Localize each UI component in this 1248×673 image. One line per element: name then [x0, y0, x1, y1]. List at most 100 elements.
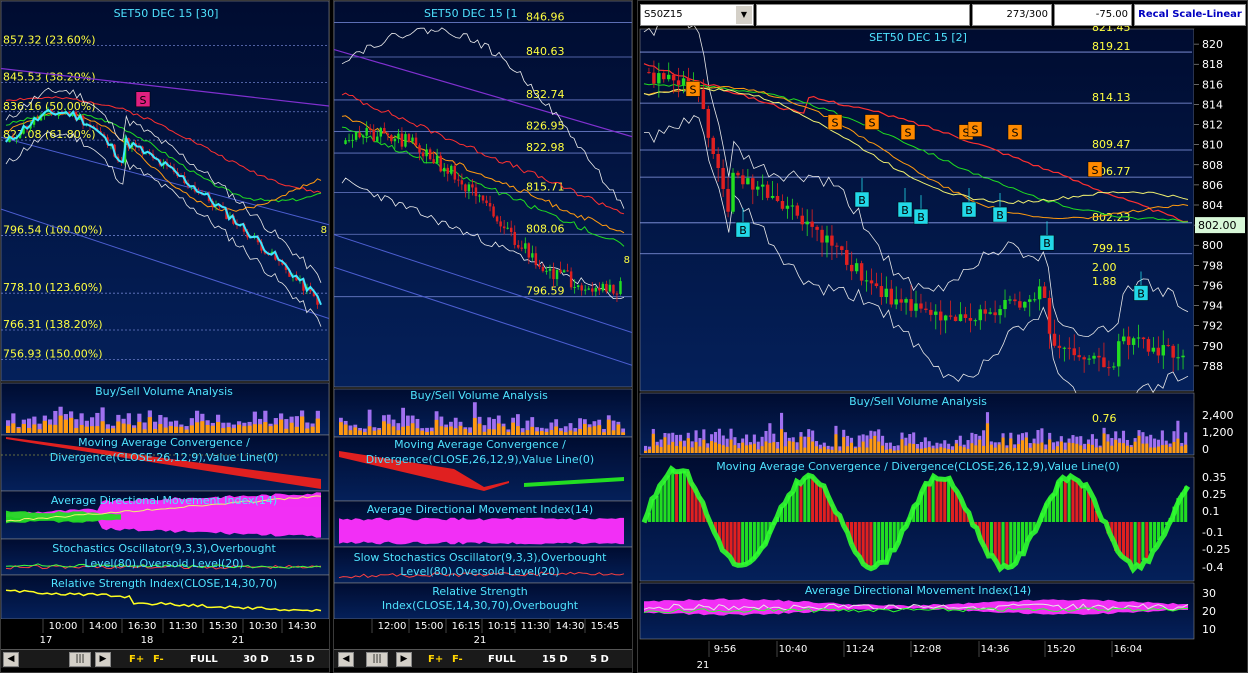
right-candle [914, 303, 918, 311]
middle-candle [372, 129, 375, 142]
chevron-down-icon[interactable]: ▼ [736, 6, 752, 24]
rsi-title: Index(CLOSE,14,30,70),Overbought [382, 599, 579, 612]
macd-hist-bar [1149, 522, 1153, 552]
middle-candle [506, 227, 509, 229]
buy-signal: B [1043, 237, 1051, 250]
macd-hist-bar [939, 479, 943, 522]
buy-signal: B [996, 209, 1004, 222]
level-label: 809.47 [1092, 138, 1131, 151]
price-axis-label: 798 [1202, 259, 1223, 272]
left-vol-buy-bar [100, 421, 105, 433]
period-15d-button[interactable]: 15 D [289, 652, 315, 667]
scrollbar-thumb[interactable]: ||| [69, 652, 91, 667]
zoom-out-button[interactable]: F- [153, 652, 164, 667]
right-candle [938, 311, 943, 321]
left-vol-buy-bar [294, 426, 299, 433]
right-candle [1121, 336, 1126, 342]
scroll-left-button[interactable]: ◀ [3, 652, 19, 667]
right-vol-buy-bar [675, 445, 679, 453]
right-vol-buy-bar [857, 447, 861, 453]
right-candle [1117, 341, 1121, 367]
chart-middle[interactable]: SET50 DEC 15 [1 846.96 840.63 832.74 826.95 8… [334, 1, 633, 673]
zoom-in-button[interactable]: F+ [428, 652, 443, 667]
left-vol-buy-bar [221, 428, 226, 433]
middle-vol-buy-bar [410, 423, 415, 435]
chart-window-right[interactable]: SET50 DEC 15 [2] 821.45 819.21 814.13 809.47… [637, 0, 1248, 673]
date-label: 21 [474, 635, 487, 646]
middle-vol-buy-bar [582, 423, 587, 435]
right-vol-buy-bar [1160, 445, 1164, 453]
right-vol-buy-bar [970, 443, 974, 453]
right-vol-buy-bar [954, 443, 958, 453]
right-vol-buy-bar [888, 448, 892, 453]
time-label: 16:30 [128, 621, 157, 632]
left-vol-buy-bar [79, 425, 84, 433]
right-vol-buy-bar [830, 449, 834, 453]
period-15d-button[interactable]: 15 D [542, 652, 568, 667]
symbol-select[interactable]: S50Z15 ▼ [640, 4, 754, 26]
chart-right[interactable]: SET50 DEC 15 [2]821.45819.21814.13809.47… [638, 1, 1248, 673]
middle-candle [446, 167, 449, 174]
scroll-left-button[interactable]: ◀ [338, 652, 354, 667]
middle-vol-buy-bar [621, 432, 626, 435]
stoch-title: Level(80),Oversold Level(20) [400, 565, 559, 578]
macd-hist-bar [678, 471, 683, 522]
scroll-right-button[interactable]: ▶ [396, 652, 412, 667]
full-button[interactable]: FULL [190, 652, 218, 667]
chart-window-left[interactable]: SET50 DEC 15 [30] 857.32 (23.60%) 845.53 (… [0, 0, 330, 673]
price-axis-label: 818 [1202, 58, 1223, 71]
left-vol-buy-bar [184, 429, 189, 433]
right-candle [934, 311, 938, 315]
left-vol-buy-bar [205, 425, 210, 433]
price-axis-label: 788 [1202, 360, 1223, 373]
middle-vol-buy-bar [496, 423, 501, 435]
right-vol-buy-bar [1149, 447, 1153, 453]
middle-candle [485, 200, 488, 204]
time-label: 12:08 [913, 644, 942, 655]
middle-vol-buy-bar [573, 431, 578, 435]
left-vol-buy-bar [32, 424, 37, 433]
middle-vol-buy-bar [482, 431, 487, 435]
period-5d-button[interactable]: 5 D [590, 652, 609, 667]
stoch-title: Level(80),Oversold Level(20) [84, 557, 243, 570]
time-label: 14:30 [556, 621, 585, 632]
macd-hist-bar [950, 486, 955, 522]
left-vol-buy-bar [273, 424, 278, 433]
right-vol-buy-bar [1102, 433, 1106, 453]
price-axis-label: 806 [1202, 179, 1223, 192]
macd-hist-bar [869, 522, 873, 569]
zoom-in-button[interactable]: F+ [129, 652, 144, 667]
recal-scale-button[interactable]: Recal Scale-Linear [1134, 4, 1246, 26]
right-candle [716, 154, 720, 168]
macd-hist-bar [857, 522, 861, 557]
right-vol-buy-bar [659, 446, 663, 453]
chart-left[interactable]: SET50 DEC 15 [30] 857.32 (23.60%) 845.53 (… [1, 1, 330, 673]
left-vol-buy-bar [231, 428, 236, 433]
macd-axis-label: -0.25 [1202, 543, 1230, 556]
right-candle [736, 172, 740, 176]
right-candle [676, 80, 681, 85]
fib-label: 857.32 (23.60%) [3, 34, 96, 47]
chart-window-middle[interactable]: SET50 DEC 15 [1 846.96 840.63 832.74 826.95 8… [333, 0, 633, 673]
blank-field [756, 4, 970, 26]
right-vol-buy-bar [1141, 443, 1145, 453]
right-vol-buy-bar [1013, 447, 1017, 453]
left-vol-buy-bar [121, 423, 126, 433]
macd-hist-bar [807, 475, 811, 522]
macd-hist-bar [667, 475, 671, 522]
scroll-right-button[interactable]: ▶ [95, 652, 111, 667]
period-30d-button[interactable]: 30 D [243, 652, 269, 667]
right-candle [1023, 301, 1027, 308]
left-vol-buy-bar [174, 426, 179, 433]
left-vol-buy-bar [95, 426, 100, 433]
level-label: 846.96 [526, 11, 565, 24]
zoom-out-button[interactable]: F- [452, 652, 463, 667]
middle-vol-buy-bar [578, 428, 582, 435]
macd-hist-bar [1137, 522, 1141, 568]
full-button[interactable]: FULL [488, 652, 516, 667]
right-vol-buy-bar [931, 448, 935, 453]
left-vol-buy-bar [315, 418, 320, 433]
scrollbar-thumb[interactable]: ||| [366, 652, 388, 667]
middle-candle [418, 145, 421, 153]
macd-hist-bar [1141, 522, 1145, 561]
